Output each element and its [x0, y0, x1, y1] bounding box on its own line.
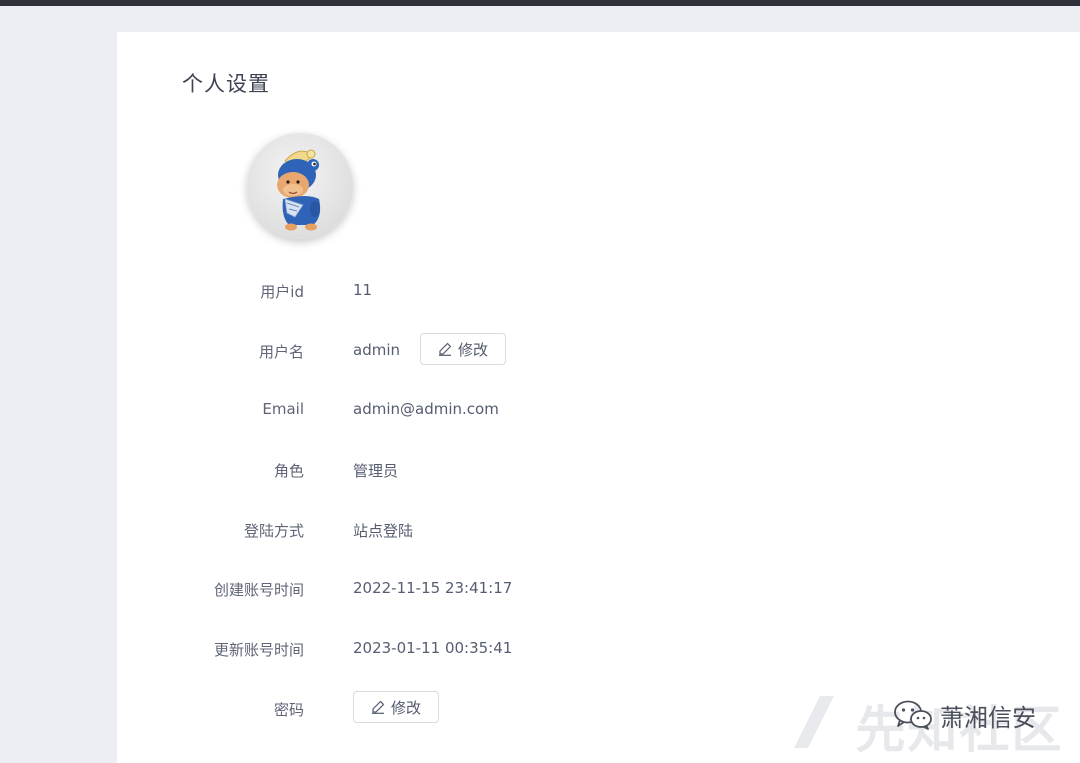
- created-at-value: 2022-11-15 23:41:17: [353, 579, 513, 597]
- edit-password-button-label: 修改: [390, 698, 421, 717]
- edit-password-button[interactable]: 修改: [353, 691, 439, 723]
- camel-mascot-icon: [277, 149, 321, 231]
- login-method-value: 站点登陆: [353, 522, 414, 540]
- field-user-id: 用户id 11: [117, 273, 1080, 307]
- password-label: 密码: [273, 701, 304, 719]
- email-label: Email: [262, 400, 304, 418]
- wechat-watermark: 萧湘信安: [892, 697, 1036, 733]
- wechat-account-name: 萧湘信安: [940, 703, 1036, 732]
- edit-username-button[interactable]: 修改: [420, 333, 506, 365]
- created-at-label: 创建账号时间: [213, 581, 304, 599]
- field-login-method: 登陆方式 站点登陆: [117, 512, 1080, 546]
- field-username: 用户名 admin 修改: [117, 333, 1080, 367]
- updated-at-value: 2023-01-11 00:35:41: [353, 639, 513, 657]
- avatar[interactable]: [247, 133, 353, 239]
- role-value: 管理员: [353, 462, 399, 480]
- field-updated-at: 更新账号时间 2023-01-11 00:35:41: [117, 631, 1080, 665]
- user-id-label: 用户id: [260, 283, 304, 301]
- username-label: 用户名: [258, 343, 304, 361]
- edit-icon: [438, 342, 452, 356]
- username-value: admin: [353, 341, 400, 359]
- edit-username-button-label: 修改: [457, 340, 488, 359]
- settings-card: 个人设置 用户id 11 用户名 admin 修改 Email admin@ad…: [117, 32, 1080, 763]
- page-title: 个人设置: [182, 72, 270, 96]
- login-method-label: 登陆方式: [243, 522, 304, 540]
- user-id-value: 11: [353, 281, 373, 299]
- field-created-at: 创建账号时间 2022-11-15 23:41:17: [117, 571, 1080, 605]
- wechat-icon: [892, 699, 934, 731]
- watermark-logo-icon: [794, 696, 834, 748]
- updated-at-label: 更新账号时间: [213, 641, 304, 659]
- field-email: Email admin@admin.com: [117, 392, 1080, 426]
- edit-icon: [371, 700, 385, 714]
- role-label: 角色: [273, 462, 304, 480]
- top-bar: [0, 0, 1080, 6]
- email-value: admin@admin.com: [353, 400, 499, 418]
- field-role: 角色 管理员: [117, 452, 1080, 486]
